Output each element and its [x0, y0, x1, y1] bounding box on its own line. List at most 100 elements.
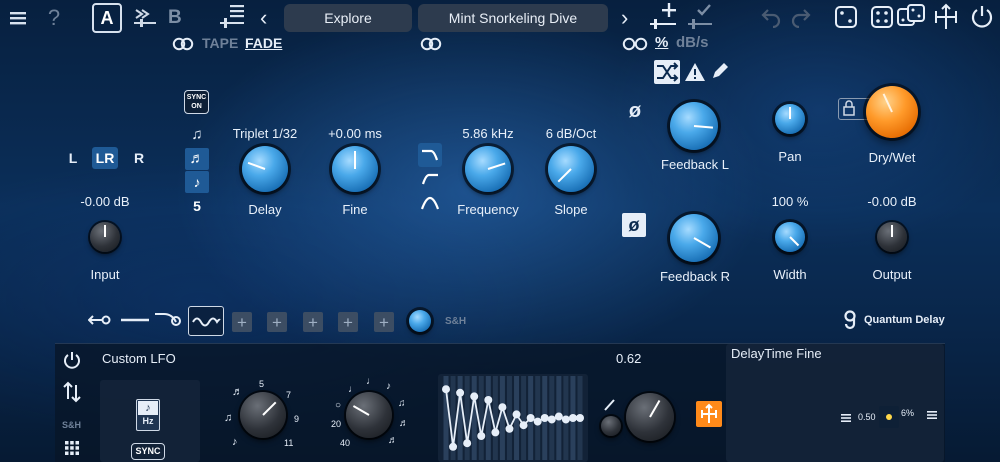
tape-toggle[interactable]: TAPE: [202, 35, 238, 51]
lfo-step-column[interactable]: [464, 376, 470, 460]
lfo-step-point[interactable]: [449, 442, 458, 451]
depth-list-left-icon[interactable]: [840, 411, 852, 423]
lfo-step-graph[interactable]: [438, 374, 588, 462]
lfo-step-point[interactable]: [477, 432, 486, 440]
depth-slider[interactable]: [879, 406, 899, 428]
preset-b-button[interactable]: B: [168, 7, 182, 29]
lfo-grid-icon[interactable]: [64, 440, 80, 456]
filter-lowpass-icon[interactable]: [418, 143, 442, 167]
fine-knob[interactable]: [332, 146, 378, 192]
link-center-icon[interactable]: [420, 37, 442, 51]
lfo-step-point[interactable]: [561, 415, 570, 424]
lfo-step-point[interactable]: [547, 415, 556, 424]
mod-flat-icon[interactable]: [120, 312, 150, 328]
filter-highpass-icon[interactable]: [418, 167, 442, 191]
menu-icon[interactable]: [8, 8, 28, 28]
randomize-dice-icon[interactable]: [834, 5, 858, 29]
sync-badge[interactable]: SYNC ON: [184, 90, 209, 114]
lfo-step-column[interactable]: [499, 376, 505, 460]
lfo-step-column[interactable]: [521, 376, 527, 460]
fade-toggle[interactable]: FADE: [245, 35, 282, 51]
preset-list-icon[interactable]: [218, 2, 246, 30]
phase-invert-r-button[interactable]: ø: [622, 213, 646, 237]
link-off-icon[interactable]: [622, 37, 648, 51]
lfo-direction-icon[interactable]: [63, 381, 81, 403]
phase-invert-l-button[interactable]: ø: [624, 100, 646, 124]
power-icon[interactable]: [970, 5, 994, 29]
output-knob[interactable]: [877, 222, 907, 252]
mod-envelope-icon[interactable]: [154, 308, 186, 328]
lfo-rate-knob[interactable]: [240, 392, 286, 438]
routing-icon[interactable]: [932, 3, 960, 31]
lfo-step-point[interactable]: [442, 385, 450, 394]
lfo-step-point[interactable]: [568, 414, 577, 422]
lfo-sync-button[interactable]: SYNC: [131, 443, 165, 460]
lfo-step-column[interactable]: [492, 376, 498, 460]
lfo-step-column[interactable]: [471, 376, 477, 460]
randomize-all-dice-icon[interactable]: [896, 3, 926, 31]
lfo-step-editor[interactable]: [438, 374, 588, 462]
lfo-amount-knob[interactable]: [626, 393, 674, 441]
lfo-step-point[interactable]: [519, 421, 528, 430]
lfo-step-point[interactable]: [470, 392, 479, 401]
dbs-toggle[interactable]: dB/s: [676, 34, 709, 51]
sync-division-count[interactable]: 5: [186, 198, 208, 214]
pen-edit-icon[interactable]: [710, 61, 730, 81]
delay-knob[interactable]: [242, 146, 288, 192]
mod-source-icon[interactable]: [87, 312, 112, 328]
feedback-l-knob[interactable]: [670, 102, 718, 150]
channel-l-button[interactable]: L: [62, 147, 84, 169]
lfo-step-point[interactable]: [533, 417, 542, 426]
undo-icon[interactable]: [760, 6, 782, 29]
preset-a-button[interactable]: A: [92, 3, 122, 33]
copy-ab-icon[interactable]: [132, 4, 158, 30]
frequency-knob[interactable]: [465, 146, 511, 192]
mod-lfo-icon[interactable]: [188, 306, 224, 336]
lfo-step-column[interactable]: [457, 376, 463, 460]
lfo-sh-toggle[interactable]: S&H: [62, 420, 81, 430]
preset-name-select[interactable]: Mint Snorkeling Dive: [418, 4, 608, 32]
add-mod-slot-2-button[interactable]: +: [267, 312, 287, 332]
add-mod-slot-4-button[interactable]: +: [338, 312, 358, 332]
lfo-step-point[interactable]: [484, 396, 493, 404]
lfo-power-icon[interactable]: [63, 351, 81, 369]
depth-slider-thumb[interactable]: [886, 414, 892, 420]
prev-preset-button[interactable]: ‹: [260, 5, 267, 31]
width-knob[interactable]: [775, 222, 805, 252]
filter-bandpass-icon[interactable]: [418, 191, 442, 215]
lfo-step-column[interactable]: [478, 376, 484, 460]
note-straight-icon[interactable]: ♫: [187, 126, 207, 144]
lfo-step-point[interactable]: [526, 414, 535, 422]
help-icon[interactable]: ?: [44, 7, 64, 29]
add-mod-slot-3-button[interactable]: +: [303, 312, 323, 332]
slope-knob[interactable]: [548, 146, 594, 192]
next-preset-button[interactable]: ›: [621, 5, 628, 31]
add-mod-slot-1-button[interactable]: +: [232, 312, 252, 332]
depth-list-right-icon[interactable]: [926, 408, 938, 420]
lfo-step-point[interactable]: [554, 412, 563, 421]
channel-r-button[interactable]: R: [128, 147, 150, 169]
lfo-step-point[interactable]: [540, 414, 549, 422]
lfo-offset-knob[interactable]: [601, 416, 621, 436]
dry-wet-knob[interactable]: [866, 86, 918, 138]
lfo-step-column[interactable]: [506, 376, 512, 460]
add-mod-slot-5-button[interactable]: +: [374, 312, 394, 332]
pan-knob[interactable]: [775, 104, 805, 134]
link-tape-icon[interactable]: [172, 37, 194, 51]
lfo-step-point[interactable]: [463, 439, 472, 448]
lfo-step-point[interactable]: [491, 428, 500, 437]
lfo-target-icon[interactable]: [696, 401, 722, 427]
lfo-hz-button[interactable]: ♪ Hz: [136, 399, 160, 431]
cross-feedback-icon[interactable]: [654, 60, 680, 84]
lfo-shape-knob[interactable]: [346, 392, 392, 438]
feedback-r-knob[interactable]: [670, 214, 718, 262]
redo-icon[interactable]: [790, 6, 812, 29]
note-dotted-icon[interactable]: ♪: [185, 171, 209, 193]
warning-icon[interactable]: [684, 62, 706, 82]
confirm-preset-icon[interactable]: [686, 2, 714, 30]
randomize-more-dice-icon[interactable]: [870, 5, 894, 29]
save-preset-icon[interactable]: [648, 2, 678, 30]
lfo-step-point[interactable]: [505, 424, 514, 433]
preset-category-select[interactable]: Explore: [284, 4, 412, 32]
mod-amount-knob[interactable]: [409, 310, 431, 332]
